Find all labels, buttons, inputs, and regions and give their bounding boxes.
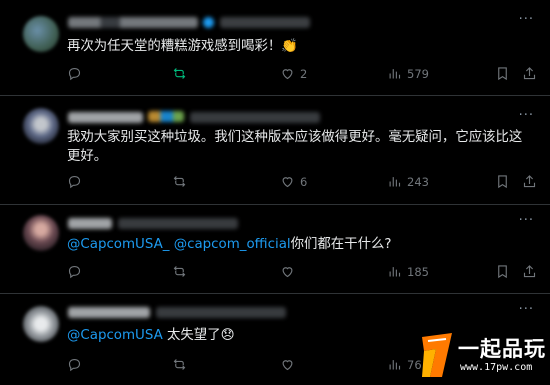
author-handle-blurred: [190, 112, 320, 123]
repost-button[interactable]: [172, 66, 192, 81]
author-handle-blurred: [118, 218, 238, 229]
reply-button[interactable]: [67, 174, 87, 189]
post-text: @CapcomUSA_ @capcom_official你们都在干什么?: [67, 235, 524, 254]
like-icon: [282, 177, 293, 188]
repost-icon: [173, 266, 186, 277]
author-name-blurred[interactable]: [68, 307, 150, 318]
post-text-part: 再次为任天堂的糟糕游戏感到喝彩！: [67, 39, 282, 54]
views-count: 579: [407, 66, 429, 81]
repost-button[interactable]: [172, 264, 192, 279]
post-1[interactable]: ··· 再次为任天堂的糟糕游戏感到喝彩！👏 2 579: [0, 0, 550, 95]
author-handle-blurred: [156, 307, 286, 318]
views-icon: [389, 177, 401, 187]
post-3[interactable]: ··· @CapcomUSA_ @capcom_official你们都在干什么?…: [0, 205, 550, 293]
disappointed-emoji-icon: 😞: [220, 328, 235, 343]
reply-icon: [68, 358, 81, 372]
reply-button[interactable]: [67, 357, 87, 372]
like-icon: [282, 69, 293, 80]
views-icon: [389, 69, 401, 79]
repost-icon: [173, 68, 186, 79]
views-button[interactable]: 185: [387, 264, 429, 279]
share-icon: [523, 175, 536, 188]
post-actions: 185: [67, 264, 536, 282]
mention-link[interactable]: @CapcomUSA_: [67, 237, 169, 252]
more-icon[interactable]: ···: [519, 302, 534, 317]
post-text-part: 太失望了: [162, 328, 221, 343]
repost-button[interactable]: [172, 357, 192, 372]
bookmark-icon: [498, 175, 507, 189]
like-count: 6: [300, 174, 308, 189]
share-icon: [523, 67, 536, 80]
views-button[interactable]: 243: [387, 174, 429, 189]
views-icon: [389, 360, 401, 370]
like-button[interactable]: 2: [280, 66, 307, 81]
post-actions: 2 579: [67, 66, 536, 84]
avatar[interactable]: [23, 215, 59, 251]
author-badge-blurred: [148, 111, 184, 122]
reply-icon: [68, 265, 81, 279]
share-button[interactable]: [522, 174, 537, 189]
avatar[interactable]: [23, 16, 59, 52]
post-text: 再次为任天堂的糟糕游戏感到喝彩！👏: [67, 37, 524, 56]
like-count: 2: [300, 66, 308, 81]
more-icon[interactable]: ···: [519, 108, 534, 123]
like-icon: [282, 267, 293, 278]
more-icon[interactable]: ···: [519, 12, 534, 27]
mention-link[interactable]: @CapcomUSA: [67, 328, 163, 343]
mention-link[interactable]: @capcom_official: [174, 237, 291, 252]
site-logo-icon: [422, 333, 452, 377]
post-2[interactable]: ··· 我劝大家别买这种垃圾。我们这种版本应该做得更好。毫无疑问，它应该比这更好…: [0, 96, 550, 204]
watermark-url: www.17pw.com: [460, 362, 533, 373]
author-name-blurred[interactable]: [68, 17, 198, 28]
like-icon: [282, 360, 293, 371]
share-button[interactable]: [522, 66, 537, 81]
like-button[interactable]: [280, 264, 300, 279]
views-count: 243: [407, 174, 429, 189]
like-button[interactable]: [280, 357, 300, 372]
repost-icon: [173, 176, 186, 187]
repost-button[interactable]: [172, 174, 192, 189]
bookmark-icon: [498, 265, 507, 279]
reply-button[interactable]: [67, 66, 87, 81]
watermark-title: 一起品玩: [458, 337, 546, 361]
clap-emoji-icon: 👏: [281, 39, 298, 54]
bookmark-button[interactable]: [495, 174, 510, 189]
views-icon: [389, 267, 401, 277]
more-icon[interactable]: ···: [519, 213, 534, 228]
views-button[interactable]: 579: [387, 66, 429, 81]
repost-icon: [173, 359, 186, 370]
reply-button[interactable]: [67, 264, 87, 279]
author-name-blurred[interactable]: [68, 112, 143, 123]
post-text: 我劝大家别买这种垃圾。我们这种版本应该做得更好。毫无疑问，它应该比这更好。: [67, 128, 524, 166]
share-icon: [523, 265, 536, 278]
views-count: 185: [407, 264, 429, 279]
bookmark-icon: [498, 67, 507, 81]
post-text-part: 我劝大家别买这种垃圾。我们这种版本应该做得更好。毫无疑问，它应该比这更好。: [67, 130, 523, 164]
share-button[interactable]: [522, 264, 537, 279]
author-handle-blurred: [220, 17, 310, 28]
site-watermark: 一起品玩 www.17pw.com: [418, 331, 546, 381]
author-name-blurred[interactable]: [68, 218, 112, 229]
post-actions: 6 243: [67, 174, 536, 192]
avatar[interactable]: [23, 306, 59, 342]
views-button[interactable]: 76: [387, 357, 422, 372]
reply-icon: [68, 175, 81, 189]
bookmark-button[interactable]: [495, 264, 510, 279]
bookmark-button[interactable]: [495, 66, 510, 81]
post-text-part: 你们都在干什么?: [290, 237, 392, 252]
reply-icon: [68, 67, 81, 81]
verified-badge: [203, 17, 214, 28]
like-button[interactable]: 6: [280, 174, 307, 189]
avatar[interactable]: [23, 108, 59, 144]
